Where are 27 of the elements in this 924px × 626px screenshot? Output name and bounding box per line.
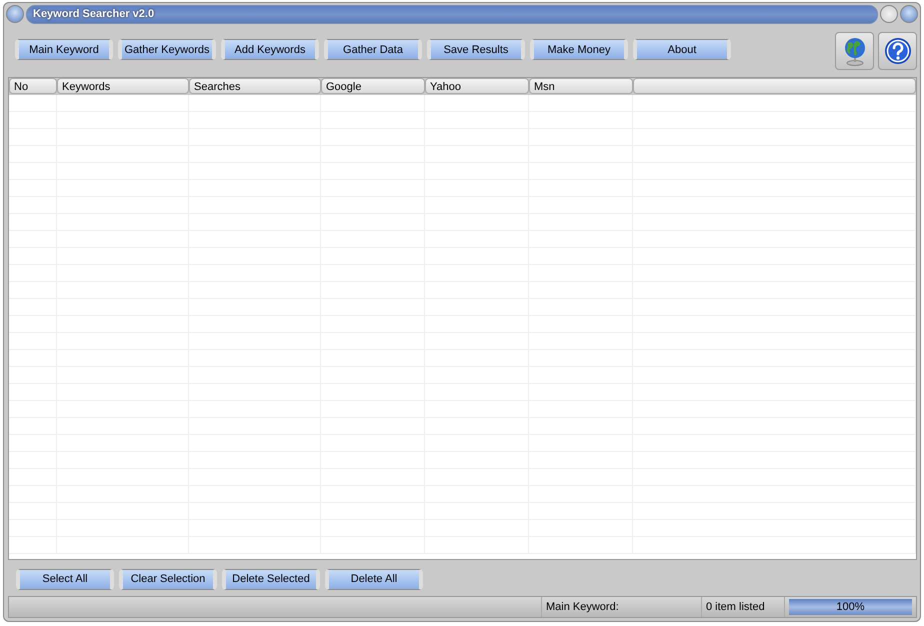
- close-button[interactable]: [900, 5, 918, 23]
- item-count: 0 item listed: [702, 597, 785, 617]
- toolbar-button[interactable]: Gather Keywords: [118, 39, 216, 60]
- window-menu-button[interactable]: [6, 5, 24, 23]
- toolbar-button[interactable]: Save Results: [427, 39, 525, 60]
- action-button[interactable]: Delete Selected: [222, 568, 320, 590]
- help-button[interactable]: [878, 32, 917, 70]
- action-button[interactable]: Delete All: [325, 568, 423, 590]
- window-title: Keyword Searcher v2.0: [33, 8, 154, 20]
- column-header[interactable]: Searches: [189, 78, 321, 94]
- column-header[interactable]: Msn: [529, 78, 633, 94]
- toolbar-button[interactable]: Gather Data: [324, 39, 422, 60]
- progress-reading: 100%: [835, 600, 866, 615]
- column-header[interactable]: Yahoo: [425, 78, 529, 94]
- column-header[interactable]: Keywords: [57, 78, 189, 94]
- toolbar-button[interactable]: About: [633, 39, 731, 60]
- toolbar-button[interactable]: Add Keywords: [221, 39, 319, 60]
- toolbar-button[interactable]: Make Money: [530, 39, 628, 60]
- toolbar-button[interactable]: Main Keyword: [15, 39, 113, 60]
- status-label: Main Keyword:: [542, 597, 702, 617]
- maximize-button[interactable]: [880, 5, 898, 23]
- column-header[interactable]: No: [9, 78, 57, 94]
- action-button[interactable]: Clear Selection: [119, 568, 217, 590]
- globe-button[interactable]: [835, 32, 874, 70]
- action-button[interactable]: Select All: [16, 568, 114, 590]
- help-icon: [884, 37, 912, 65]
- column-header[interactable]: Google: [321, 78, 425, 94]
